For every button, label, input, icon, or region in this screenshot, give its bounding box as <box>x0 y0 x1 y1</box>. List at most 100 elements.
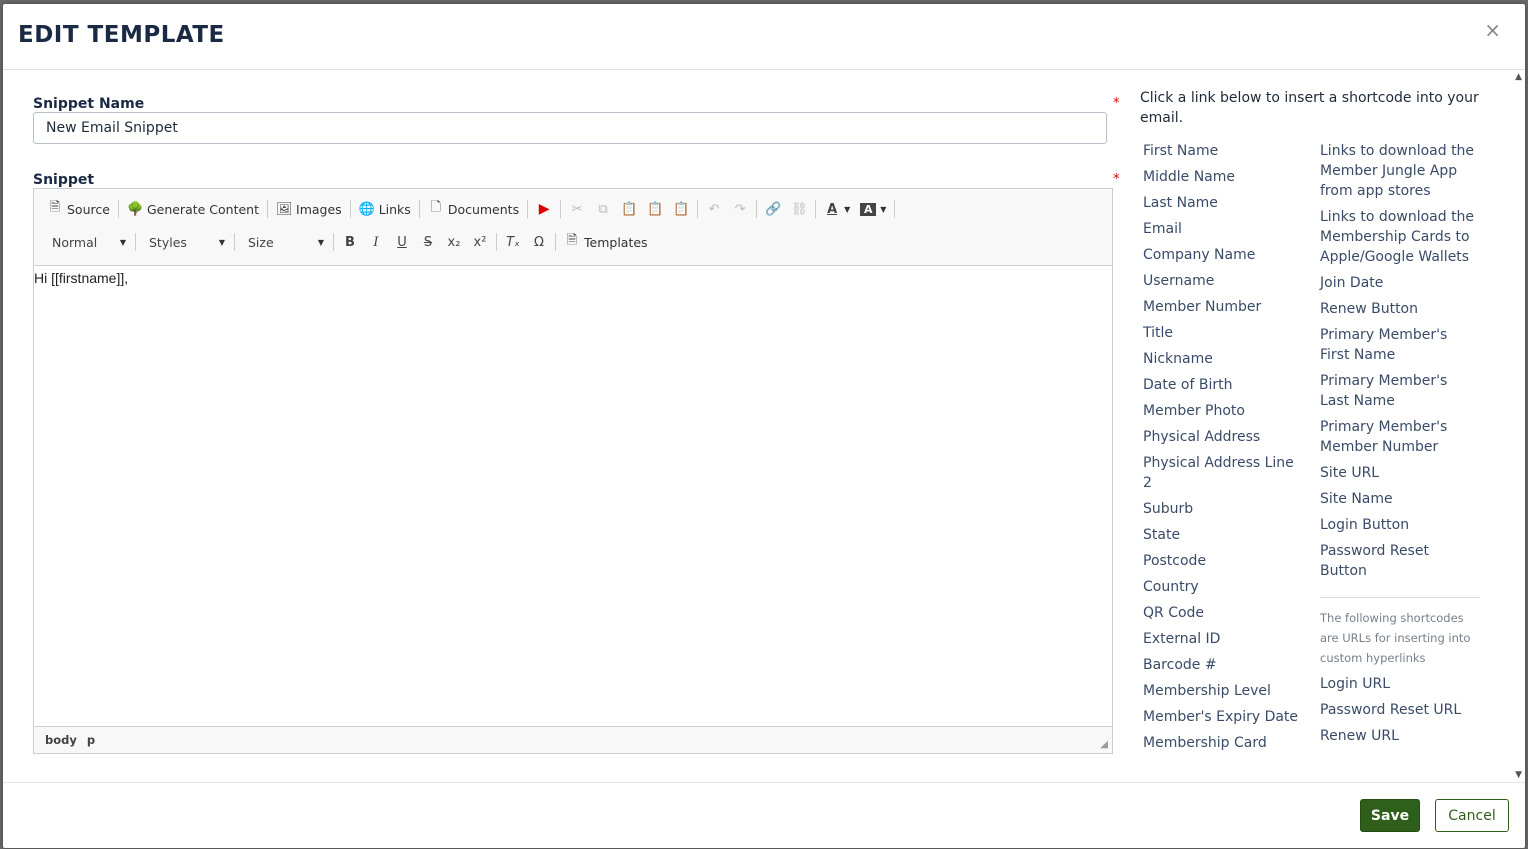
shortcode-link[interactable]: Membership Card <box>1143 733 1303 753</box>
copy-icon: ⧉ <box>598 201 608 217</box>
url-shortcode-link[interactable]: Password Reset URL <box>1320 700 1480 720</box>
save-button[interactable]: Save <box>1360 799 1420 832</box>
shortcode-link[interactable]: Site Name <box>1320 489 1480 509</box>
background-color-button[interactable]: A ▼ <box>855 197 891 221</box>
scroll-up-arrow-icon[interactable]: ▲ <box>1515 72 1522 82</box>
shortcode-link[interactable]: Physical Address Line 2 <box>1143 453 1303 493</box>
shortcode-link[interactable]: Date of Birth <box>1143 375 1303 395</box>
url-shortcode-link[interactable]: Login URL <box>1320 674 1480 694</box>
styles-dropdown[interactable]: Styles ▼ <box>139 231 231 253</box>
shortcode-link[interactable]: Links to download the Membership Cards t… <box>1320 207 1480 267</box>
editor-content-area[interactable]: Hi [[firstname]], <box>34 266 1112 726</box>
shortcode-link[interactable]: Member Photo <box>1143 401 1303 421</box>
close-icon[interactable]: × <box>1484 18 1501 42</box>
text-color-icon: A <box>827 201 838 217</box>
editor-paragraph[interactable]: Hi [[firstname]], <box>34 270 1112 286</box>
toolbar-separator <box>117 200 119 218</box>
chevron-down-icon: ▼ <box>218 237 225 247</box>
shortcode-link[interactable]: Join Date <box>1320 273 1480 293</box>
subscript-button[interactable]: x₂ <box>441 230 467 254</box>
shortcode-link[interactable]: Last Name <box>1143 193 1303 213</box>
clipboard-text-icon: 📋 <box>647 201 664 217</box>
toolbar-row-1: 🗎 Source 🌳 Generate Content 🖼 Images 🌐 Links… <box>42 195 898 223</box>
shortcode-link[interactable]: Membership Level <box>1143 681 1303 701</box>
chevron-down-icon: ▼ <box>317 237 324 247</box>
images-label: Images <box>296 201 342 217</box>
shortcode-link[interactable]: Username <box>1143 271 1303 291</box>
redo-button[interactable]: ↷ <box>727 197 753 221</box>
format-dropdown[interactable]: Normal ▼ <box>42 231 132 253</box>
toolbar-row-2: Normal ▼ Styles ▼ Size ▼ B I U S x₂ x² Tₓ Ω <box>42 228 653 256</box>
shortcode-link[interactable]: Login Button <box>1320 515 1480 535</box>
italic-button[interactable]: I <box>363 230 389 254</box>
paste-button[interactable]: 📋 <box>616 197 642 221</box>
cut-button[interactable]: ✂ <box>564 197 590 221</box>
shortcode-link[interactable]: Primary Member's Member Number <box>1320 417 1480 457</box>
shortcode-link[interactable]: Member Number <box>1143 297 1303 317</box>
strikethrough-button[interactable]: S <box>415 230 441 254</box>
snippet-name-input[interactable] <box>33 112 1107 144</box>
unlink-button[interactable]: ⛓ <box>786 197 812 221</box>
shortcode-link[interactable]: Middle Name <box>1143 167 1303 187</box>
source-label: Source <box>67 201 110 217</box>
shortcode-link[interactable]: Country <box>1143 577 1303 597</box>
undo-button[interactable]: ↶ <box>701 197 727 221</box>
paste-word-button[interactable]: 📋 <box>668 197 694 221</box>
copy-button[interactable]: ⧉ <box>590 197 616 221</box>
shortcode-link[interactable]: Barcode # <box>1143 655 1303 675</box>
text-color-button[interactable]: A ▼ <box>819 197 855 221</box>
modal-body[interactable]: ▲ ▼ Snippet Name * Snippet * 🗎 Source 🌳Ge… <box>3 70 1525 782</box>
shortcode-list-left: First Name Middle Name Last Name Email Compa… <box>1143 141 1303 759</box>
superscript-button[interactable]: x² <box>467 230 493 254</box>
shortcode-link[interactable]: Physical Address <box>1143 427 1303 447</box>
toolbar-separator <box>349 200 351 218</box>
shortcode-link[interactable]: Renew Button <box>1320 299 1480 319</box>
toolbar-separator <box>555 233 556 251</box>
shortcode-link[interactable]: First Name <box>1143 141 1303 161</box>
link-button[interactable]: 🔗 <box>760 197 786 221</box>
shortcode-link[interactable]: Postcode <box>1143 551 1303 571</box>
shortcode-list-right: Links to download the Member Jungle App … <box>1320 141 1480 752</box>
url-shortcodes-note: The following shortcodes are URLs for in… <box>1320 611 1471 665</box>
document-icon: 🗋 <box>430 200 442 215</box>
generate-content-button[interactable]: 🌳 Generate Content <box>122 197 264 221</box>
toolbar-separator <box>560 200 562 218</box>
remove-format-button[interactable]: Tₓ <box>500 230 526 254</box>
special-character-button[interactable]: Ω <box>526 230 552 254</box>
links-button[interactable]: 🌐 Links <box>354 197 416 221</box>
shortcode-link[interactable]: Nickname <box>1143 349 1303 369</box>
paste-text-button[interactable]: 📋 <box>642 197 668 221</box>
scroll-down-arrow-icon[interactable]: ▼ <box>1515 770 1522 780</box>
shortcode-link[interactable]: Email <box>1143 219 1303 239</box>
shortcode-link[interactable]: External ID <box>1143 629 1303 649</box>
shortcode-link[interactable]: Member's Expiry Date <box>1143 707 1303 727</box>
shortcode-link[interactable]: State <box>1143 525 1303 545</box>
underline-button[interactable]: U <box>389 230 415 254</box>
shortcode-link[interactable]: Links to download the Member Jungle App … <box>1320 141 1480 201</box>
shortcode-link[interactable]: Title <box>1143 323 1303 343</box>
bold-button[interactable]: B <box>337 230 363 254</box>
templates-button[interactable]: 🗎 Templates <box>559 230 653 254</box>
source-button[interactable]: 🗎 Source <box>42 197 115 221</box>
format-value: Normal <box>52 234 98 250</box>
cancel-button[interactable]: Cancel <box>1435 799 1509 832</box>
shortcode-link[interactable]: Primary Member's First Name <box>1320 325 1480 365</box>
youtube-button[interactable]: ▶ <box>531 197 557 221</box>
images-button[interactable]: 🖼 Images <box>271 197 347 221</box>
shortcode-link[interactable]: Site URL <box>1320 463 1480 483</box>
resize-handle-icon[interactable]: ◢ <box>1100 739 1108 750</box>
size-dropdown[interactable]: Size ▼ <box>238 231 330 253</box>
clipboard-icon: 📋 <box>621 201 638 217</box>
path-body[interactable]: body <box>45 733 77 747</box>
documents-button[interactable]: 🗋 Documents <box>423 197 524 221</box>
shortcode-link[interactable]: Password Reset Button <box>1320 541 1480 581</box>
url-shortcode-link[interactable]: Renew URL <box>1320 726 1480 746</box>
shortcode-link[interactable]: Primary Member's Last Name <box>1320 371 1480 411</box>
italic-icon: I <box>373 234 379 250</box>
shortcode-link[interactable]: QR Code <box>1143 603 1303 623</box>
shortcode-link[interactable]: Company Name <box>1143 245 1303 265</box>
path-p[interactable]: p <box>87 733 95 747</box>
source-icon: 🗎 <box>49 200 61 215</box>
shortcode-link[interactable]: Suburb <box>1143 499 1303 519</box>
toolbar-separator <box>418 200 420 218</box>
